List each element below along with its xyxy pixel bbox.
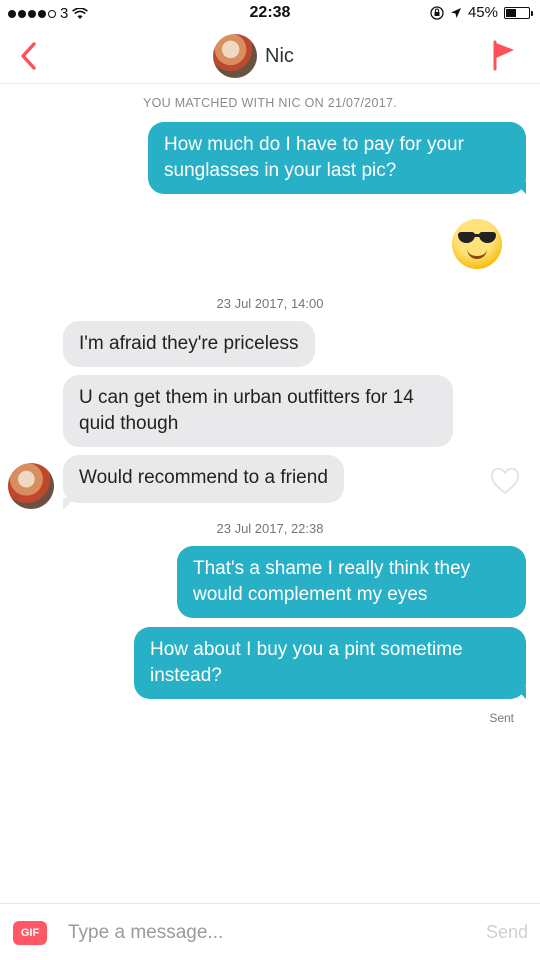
contact-avatar	[213, 34, 257, 78]
contact-profile-link[interactable]: Nic	[213, 34, 294, 78]
message-incoming: Would recommend to a friend	[63, 455, 344, 503]
back-button[interactable]	[14, 38, 44, 74]
status-right: 45%	[430, 4, 533, 21]
message-input[interactable]	[68, 916, 448, 950]
report-button[interactable]	[490, 38, 518, 74]
delivery-status: Sent	[489, 711, 514, 725]
bubble-tail	[514, 687, 526, 699]
flag-icon	[493, 40, 514, 71]
message-timestamp: 23 Jul 2017, 22:38	[216, 521, 324, 536]
bubble-tail	[514, 182, 526, 194]
location-icon	[450, 7, 461, 18]
orientation-lock-icon	[430, 5, 444, 20]
message-timestamp: 23 Jul 2017, 14:00	[216, 296, 324, 311]
message-composer: GIF Send	[0, 903, 540, 960]
message-outgoing: That's a shame I really think they would…	[177, 546, 526, 618]
battery-fill	[506, 8, 516, 17]
bubble-tail	[63, 498, 75, 510]
chevron-left-icon	[21, 42, 36, 70]
contact-avatar[interactable]	[8, 463, 54, 509]
match-banner: YOU MATCHED WITH NIC ON 21/07/2017.	[142, 96, 398, 110]
battery-icon	[504, 6, 533, 19]
message-outgoing: How much do I have to pay for your sungl…	[148, 122, 526, 194]
message-incoming: I'm afraid they're priceless	[63, 321, 315, 367]
status-bar: 3 22:38 45%	[0, 0, 540, 28]
gif-button[interactable]: GIF	[13, 921, 47, 945]
chat-header: Nic	[0, 28, 540, 84]
message-outgoing: How about I buy you a pint sometime inst…	[134, 627, 526, 699]
heart-icon	[491, 467, 519, 495]
battery-percent: 45%	[467, 4, 498, 21]
message-incoming: U can get them in urban outfitters for 1…	[63, 375, 453, 447]
contact-name: Nic	[265, 44, 294, 67]
like-message-button[interactable]	[490, 467, 520, 496]
sunglasses-emoji-icon	[452, 219, 502, 269]
send-button[interactable]: Send	[486, 922, 528, 943]
